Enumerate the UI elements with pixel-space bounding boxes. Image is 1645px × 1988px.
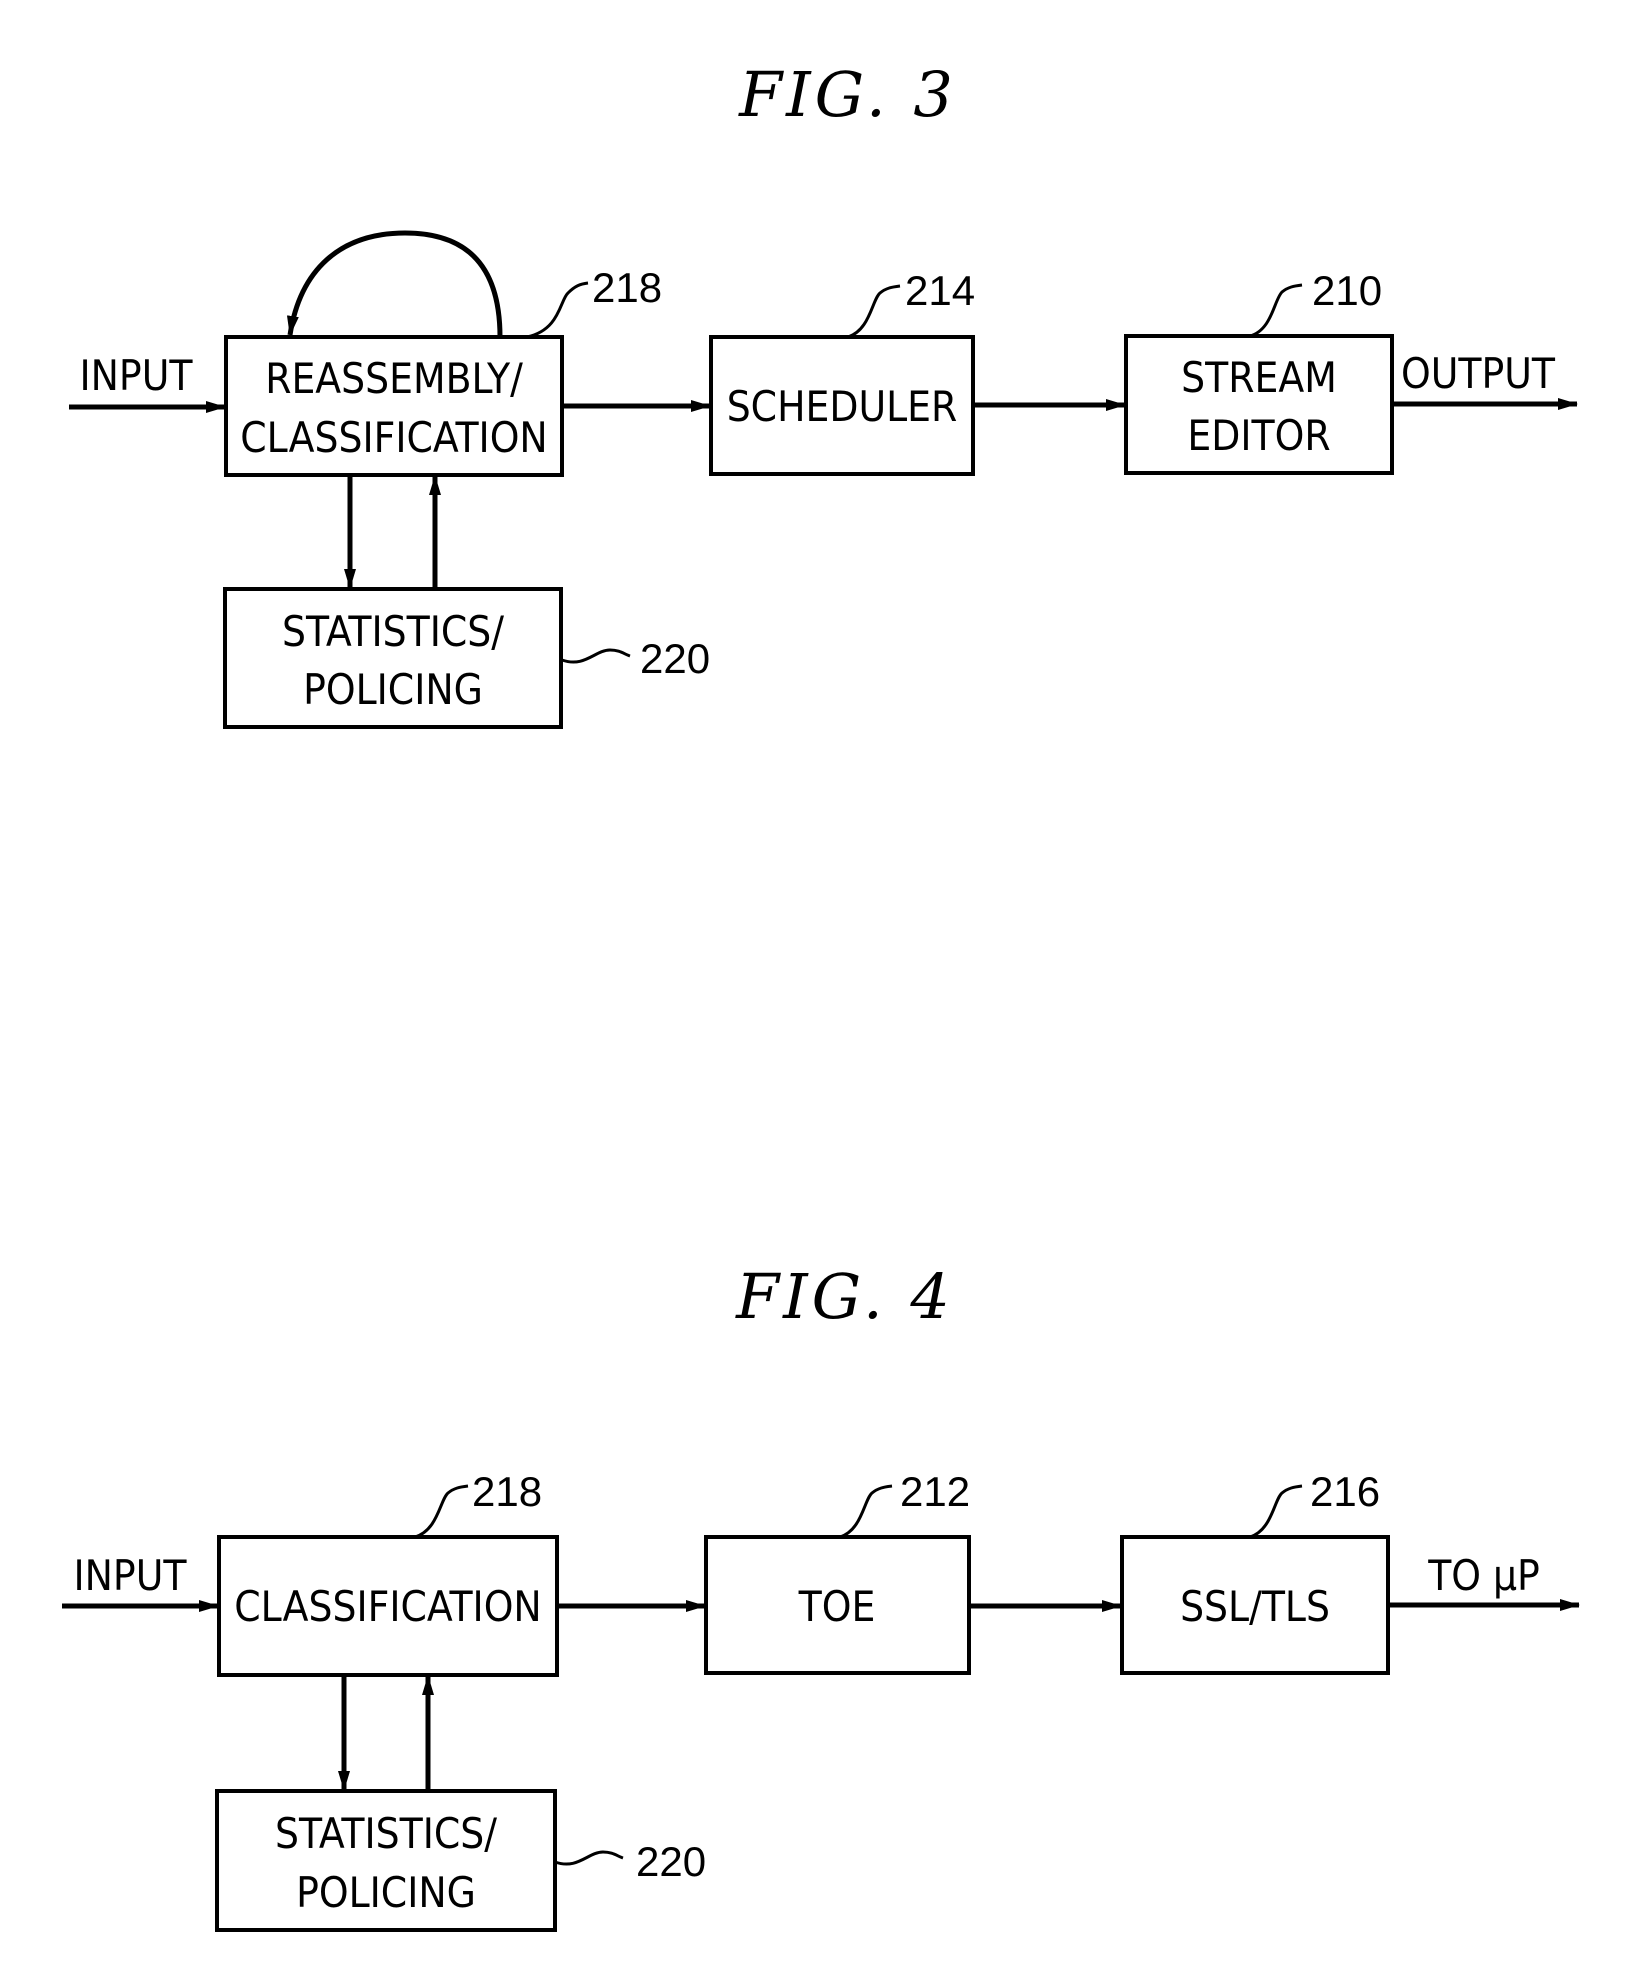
figure-3-title: FIG. 3: [738, 58, 957, 131]
fig4-input-label: INPUT: [74, 1551, 188, 1600]
fig4-ref-212: 212: [900, 1468, 970, 1515]
fig4-leader-220: [554, 1850, 624, 1866]
fig4-leader-212: [839, 1484, 893, 1539]
fig3-block-210-line1: STREAM: [1181, 353, 1337, 402]
fig3-leader-218: [526, 281, 589, 339]
figure-3: FIG. 3 INPUT REASSEMBLY/ CLASSIFICATION …: [69, 58, 1578, 729]
fig4-block-212-line1: TOE: [798, 1582, 876, 1631]
fig4-ref-220: 220: [636, 1838, 706, 1885]
fig3-feedback-loop-arrow: [286, 230, 503, 338]
fig3-output-label: OUTPUT: [1401, 349, 1556, 398]
patent-drawing-sheet: FIG. 3 INPUT REASSEMBLY/ CLASSIFICATION …: [62, 58, 1580, 1932]
fig3-ref-218: 218: [592, 264, 662, 311]
fig3-block-220-line2: POLICING: [303, 665, 483, 714]
fig3-block-218-line2: CLASSIFICATION: [240, 413, 547, 462]
fig3-block-210-line2: EDITOR: [1187, 411, 1330, 460]
fig3-leader-214: [847, 284, 901, 339]
fig3-ref-220: 220: [640, 635, 710, 682]
fig4-output-label: TO μP: [1427, 1551, 1540, 1600]
fig3-input-label: INPUT: [80, 351, 194, 400]
fig4-ref-218: 218: [472, 1468, 542, 1515]
fig4-ref-216: 216: [1310, 1468, 1380, 1515]
fig3-leader-220: [561, 648, 631, 664]
figure-4: FIG. 4 INPUT CLASSIFICATION 218 TOE 212 …: [62, 1260, 1580, 1932]
fig4-leader-216: [1249, 1484, 1303, 1539]
fig3-leader-210: [1249, 283, 1303, 338]
fig4-block-218-line1: CLASSIFICATION: [234, 1582, 541, 1631]
fig4-block-220-line1: STATISTICS/: [275, 1809, 497, 1858]
fig4-leader-218: [414, 1484, 469, 1539]
figure-4-title: FIG. 4: [735, 1260, 954, 1333]
fig3-ref-214: 214: [905, 267, 975, 314]
fig3-ref-210: 210: [1312, 267, 1382, 314]
fig4-block-220-line2: POLICING: [296, 1868, 476, 1917]
fig3-block-214-line1: SCHEDULER: [727, 382, 958, 431]
fig3-block-218-line1: REASSEMBLY/: [265, 354, 523, 403]
fig4-block-216-line1: SSL/TLS: [1180, 1582, 1330, 1631]
fig3-block-220-line1: STATISTICS/: [282, 607, 504, 656]
